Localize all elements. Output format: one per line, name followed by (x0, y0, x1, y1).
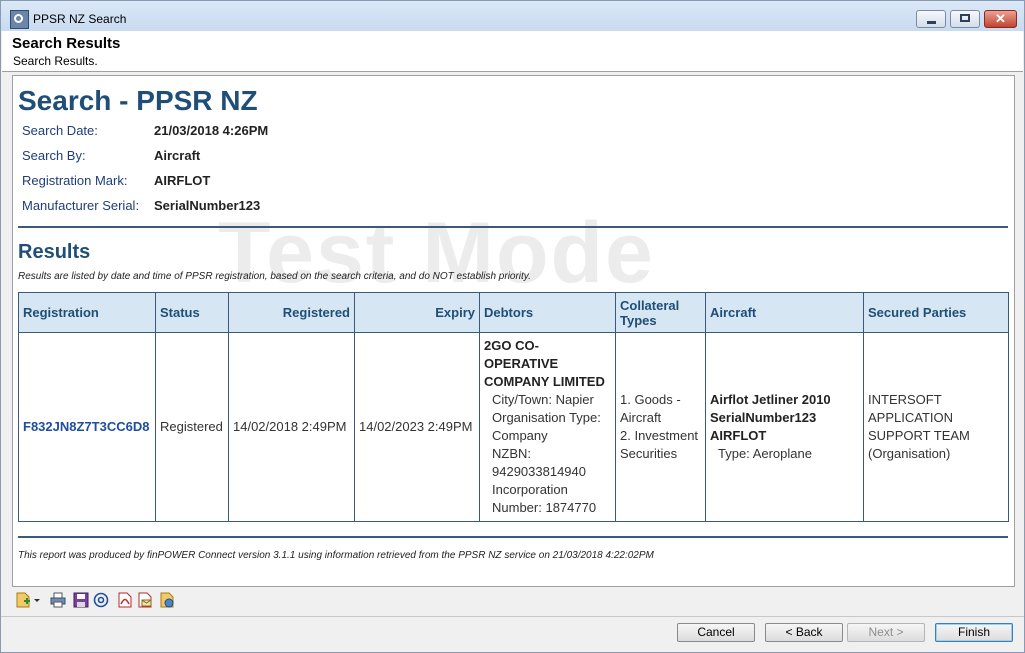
web-export-icon[interactable] (159, 592, 175, 608)
collateral-item: 1. Goods - Aircraft (620, 392, 681, 425)
column-registered: Registered (228, 292, 355, 333)
search-date-label: Search Date: (22, 123, 98, 138)
registered-cell: 14/02/2018 2:49PM (228, 332, 355, 522)
minimize-button[interactable] (916, 10, 946, 28)
aircraft-cell: Airflot Jetliner 2010 SerialNumber123 AI… (705, 332, 864, 522)
report-panel[interactable]: Test Mode Search - PPSR NZ Search Date: … (12, 75, 1015, 587)
close-button[interactable]: ✕ (984, 10, 1017, 28)
debtors-cell: 2GO CO-OPERATIVE COMPANY LIMITED City/To… (479, 332, 616, 522)
cancel-button[interactable]: Cancel (677, 623, 755, 642)
registration-link[interactable]: F832JN8Z7T3CC6D8 (23, 419, 149, 434)
new-document-icon[interactable] (15, 592, 31, 608)
aircraft-serial: SerialNumber123 (710, 410, 817, 425)
table-header-row: Registration Status Registered Expiry De… (18, 292, 1009, 333)
page-title: Search Results (12, 35, 121, 52)
finish-button[interactable]: Finish (935, 623, 1013, 642)
wizard-header: Search Results Search Results. (2, 31, 1023, 72)
registration-mark-value: AIRFLOT (154, 173, 211, 188)
column-expiry: Expiry (354, 292, 480, 333)
column-registration: Registration (18, 292, 156, 333)
aircraft-mark: AIRFLOT (710, 428, 767, 443)
registration-mark-label: Registration Mark: (22, 173, 128, 188)
aircraft-model: Airflot Jetliner 2010 (710, 392, 831, 407)
back-button[interactable]: < Back (765, 623, 843, 642)
window-title: PPSR NZ Search (33, 12, 127, 26)
registration-cell[interactable]: F832JN8Z7T3CC6D8 (18, 332, 156, 522)
table-row: F832JN8Z7T3CC6D8 Registered 14/02/2018 2… (18, 332, 1009, 522)
pdf-email-icon[interactable] (137, 592, 153, 608)
footer-divider (18, 536, 1008, 538)
wizard-footer: Cancel < Back Next > Finish (1, 616, 1024, 653)
search-by-label: Search By: (22, 148, 86, 163)
report-title: Search - PPSR NZ (18, 85, 258, 116)
app-icon (10, 10, 29, 29)
report-toolbar (12, 589, 1013, 613)
results-heading: Results (18, 241, 91, 263)
manufacturer-serial-value: SerialNumber123 (154, 198, 261, 213)
column-status: Status (155, 292, 229, 333)
pdf-icon[interactable] (117, 592, 133, 608)
expiry-cell: 14/02/2023 2:49PM (354, 332, 480, 522)
debtor-city: City/Town: Napier (492, 392, 594, 407)
section-divider (18, 226, 1008, 228)
page-subtitle: Search Results. (13, 54, 98, 68)
report-footer-note: This report was produced by finPOWER Con… (18, 550, 654, 561)
maximize-icon (960, 14, 970, 22)
column-collateral-types: Collateral Types (615, 292, 706, 333)
debtor-incorporation: Incorporation Number: 1874770 (492, 482, 597, 515)
ppsr-search-window: PPSR NZ Search ✕ Search Results Search R… (0, 0, 1025, 653)
print-icon[interactable] (50, 592, 66, 608)
search-by-value: Aircraft (154, 148, 201, 163)
results-note: Results are listed by date and time of P… (18, 271, 531, 282)
column-secured-parties: Secured Parties (863, 292, 1009, 333)
debtor-nzbn: NZBN: 9429033814940 (492, 446, 586, 479)
aircraft-type: Type: Aeroplane (718, 446, 812, 461)
manufacturer-serial-label: Manufacturer Serial: (22, 198, 140, 213)
close-icon: ✕ (995, 11, 1006, 26)
column-aircraft: Aircraft (705, 292, 864, 333)
status-cell: Registered (155, 332, 229, 522)
debtor-name: 2GO CO-OPERATIVE COMPANY LIMITED (484, 338, 605, 389)
title-bar: PPSR NZ Search ✕ (1, 1, 1024, 31)
debtor-org-type: Organisation Type: Company (492, 410, 601, 443)
collateral-item: 2. Investment Securities (620, 428, 699, 461)
results-table: Registration Status Registered Expiry De… (18, 292, 1009, 522)
email-icon[interactable] (93, 592, 109, 608)
dropdown-arrow-icon[interactable] (33, 592, 41, 608)
column-debtors: Debtors (479, 292, 616, 333)
search-date-value: 21/03/2018 4:26PM (154, 123, 269, 138)
minimize-icon (927, 21, 936, 24)
maximize-button[interactable] (950, 10, 980, 28)
save-icon[interactable] (73, 592, 89, 608)
next-button[interactable]: Next > (847, 623, 925, 642)
collateral-cell: 1. Goods - Aircraft 2. Investment Securi… (615, 332, 706, 522)
watermark: Test Mode (218, 205, 655, 301)
secured-parties-cell: INTERSOFT APPLICATION SUPPORT TEAM (Orga… (863, 332, 1009, 522)
